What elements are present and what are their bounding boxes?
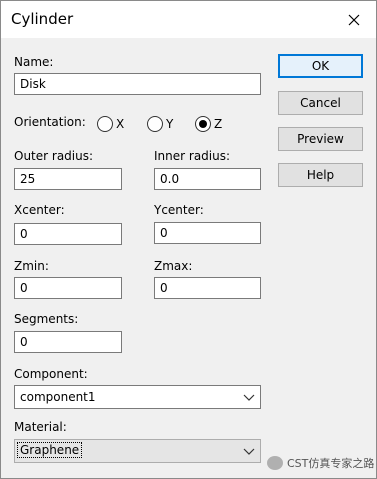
component-select[interactable]: component1 [14, 385, 261, 409]
component-value: component1 [20, 390, 96, 404]
material-value: Graphene [17, 442, 83, 458]
inner-radius-label: Inner radius: [154, 149, 231, 163]
title-bar: Cylinder [1, 1, 376, 38]
zmin-input[interactable]: 0 [14, 277, 122, 299]
close-icon [348, 14, 360, 25]
orientation-z-radio[interactable] [195, 116, 211, 132]
orientation-z-label: Z [214, 117, 223, 131]
orientation-label: Orientation: [14, 115, 86, 129]
zmax-label: Zmax: [154, 259, 193, 273]
outer-radius-input[interactable]: 25 [14, 168, 122, 190]
cancel-button[interactable]: Cancel [278, 91, 363, 115]
help-button[interactable]: Help [278, 163, 363, 187]
orientation-y-radio[interactable] [147, 116, 163, 132]
component-label: Component: [14, 367, 88, 381]
name-input[interactable]: Disk [14, 73, 261, 95]
cancel-button-label: Cancel [300, 96, 341, 110]
material-value-wrap: Graphene [17, 442, 83, 458]
orientation-y-label: Y [166, 117, 174, 131]
close-button[interactable] [332, 1, 376, 38]
orientation-x-radio[interactable] [97, 116, 113, 132]
watermark: CST仿真专家之路 [267, 455, 374, 471]
ok-button-label: OK [311, 59, 330, 73]
segments-label: Segments: [14, 312, 79, 326]
preview-button[interactable]: Preview [278, 127, 363, 151]
cylinder-dialog: Cylinder Name: Disk Orientation: X Y Z O… [0, 0, 377, 479]
ycenter-label: Ycenter: [154, 203, 204, 217]
help-button-label: Help [306, 168, 335, 182]
chevron-down-icon [243, 448, 255, 455]
material-select[interactable]: Graphene [14, 439, 261, 463]
name-label: Name: [14, 55, 54, 69]
zmax-input[interactable]: 0 [154, 277, 261, 299]
xcenter-label: Xcenter: [14, 203, 65, 217]
segments-input[interactable]: 0 [14, 331, 122, 353]
preview-button-label: Preview [297, 132, 344, 146]
inner-radius-input[interactable]: 0.0 [154, 168, 261, 190]
orientation-x-label: X [116, 117, 125, 131]
watermark-text: CST仿真专家之路 [287, 457, 375, 470]
material-label: Material: [14, 420, 67, 434]
outer-radius-label: Outer radius: [14, 149, 94, 163]
xcenter-input[interactable]: 0 [14, 223, 122, 245]
dialog-title: Cylinder [11, 10, 74, 28]
chevron-down-icon [243, 394, 255, 401]
wechat-icon [267, 456, 283, 470]
ok-button[interactable]: OK [278, 54, 363, 78]
ycenter-input[interactable]: 0 [154, 222, 261, 244]
zmin-label: Zmin: [14, 259, 49, 273]
